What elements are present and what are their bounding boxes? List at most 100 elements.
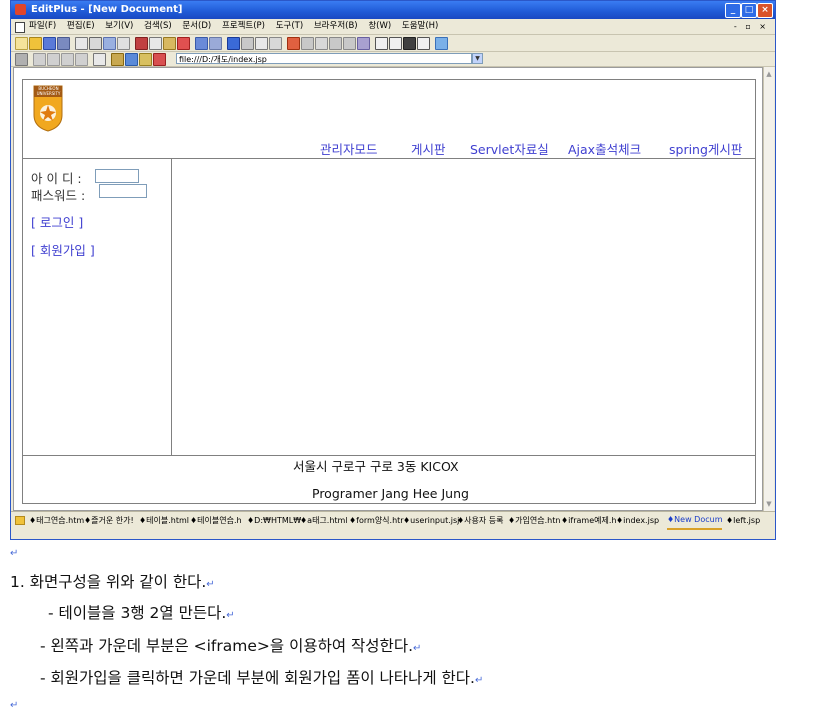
window-title: EditPlus - [New Document]: [31, 4, 183, 15]
cut-icon[interactable]: [135, 37, 148, 50]
print-icon[interactable]: [89, 37, 102, 50]
new-file-icon[interactable]: [15, 37, 28, 50]
undo-icon[interactable]: [195, 37, 208, 50]
join-link[interactable]: [ 회원가입 ]: [31, 240, 95, 259]
editplus-app-icon: [15, 4, 26, 15]
document-tab[interactable]: ♦테이블.html: [139, 512, 189, 530]
nav-spring-board[interactable]: spring게시판: [669, 139, 742, 158]
document-tab[interactable]: ♦a태그.html: [300, 512, 348, 530]
nav-ajax-attendance[interactable]: Ajax출석체크: [568, 139, 641, 158]
home-icon[interactable]: [111, 53, 124, 66]
scroll-up-icon[interactable]: ▲: [764, 69, 774, 79]
maximize-button[interactable]: □: [741, 3, 757, 18]
footer-programmer: Programer Jang Hee Jung: [312, 486, 469, 501]
editplus-window: EditPlus - [New Document] _ □ × 파일(F) 편집…: [10, 0, 776, 540]
font-size-icon[interactable]: [93, 53, 106, 66]
menu-browser[interactable]: 브라우저(B): [314, 21, 358, 31]
clipboard-icon[interactable]: [117, 37, 130, 50]
delete-icon[interactable]: [177, 37, 190, 50]
word-wrap-icon[interactable]: [315, 37, 328, 50]
document-tab-active[interactable]: ♦New Docum: [667, 512, 723, 530]
spell-check-icon[interactable]: [103, 37, 116, 50]
help-icon[interactable]: [435, 37, 448, 50]
menu-view[interactable]: 보기(V): [105, 21, 133, 31]
document-tab[interactable]: ♦가입연습.htn: [508, 512, 560, 530]
menu-file[interactable]: 파일(F): [29, 21, 56, 31]
minimize-button[interactable]: _: [725, 3, 741, 18]
column-divider: [171, 158, 172, 455]
login-link[interactable]: [ 로그인 ]: [31, 212, 83, 231]
browser-view: BUCHEON UNIVERSITY 관리자모드 게시판 Servlet자료실 …: [13, 67, 763, 511]
address-dropdown-button[interactable]: ▼: [472, 53, 483, 64]
split-icon[interactable]: [417, 37, 430, 50]
menu-tools[interactable]: 도구(T): [276, 21, 303, 31]
save-icon[interactable]: [43, 37, 56, 50]
column-icon[interactable]: [301, 37, 314, 50]
back-icon[interactable]: [33, 53, 46, 66]
goto-icon[interactable]: [255, 37, 268, 50]
menu-document[interactable]: 문서(D): [182, 21, 211, 31]
paragraph-mark: ↵: [10, 548, 19, 559]
menu-help[interactable]: 도움말(H): [402, 21, 438, 31]
password-label: 패스워드 :: [31, 188, 86, 203]
layout-table: BUCHEON UNIVERSITY 관리자모드 게시판 Servlet자료실 …: [22, 79, 756, 504]
browser-toolbar: file:///D:/개도/index.jsp ▼: [11, 52, 775, 67]
forward-icon[interactable]: [47, 53, 60, 66]
menu-window[interactable]: 창(W): [368, 21, 391, 31]
replace-icon[interactable]: [241, 37, 254, 50]
print-preview-icon[interactable]: [75, 37, 88, 50]
view-source-icon[interactable]: [153, 53, 166, 66]
find-in-files-icon[interactable]: [269, 37, 282, 50]
pen-icon[interactable]: [15, 53, 28, 66]
document-tab[interactable]: ♦D:₩HTML₩: [247, 512, 301, 530]
document-tab[interactable]: ♦iframe예제.h: [561, 512, 616, 530]
paste-icon[interactable]: [163, 37, 176, 50]
document-tab[interactable]: ♦즐거운 한가!: [84, 512, 134, 530]
address-input[interactable]: file:///D:/개도/index.jsp: [176, 53, 472, 64]
menu-project[interactable]: 프로젝트(P): [222, 21, 265, 31]
tile-icon[interactable]: [403, 37, 416, 50]
save-all-icon[interactable]: [57, 37, 70, 50]
vertical-scrollbar[interactable]: ▲ ▼: [763, 67, 774, 511]
menu-edit[interactable]: 편집(E): [67, 21, 95, 31]
instruction-line-4: - 회원가입을 클릭하면 가운데 부분에 회원가입 폼이 나타나게 한다.↵: [40, 669, 484, 687]
open-folder-icon[interactable]: [29, 37, 42, 50]
title-bar: EditPlus - [New Document] _ □ ×: [11, 1, 775, 19]
document-icon: [15, 22, 25, 33]
document-tab[interactable]: ♦userinput.jsj: [403, 512, 459, 530]
redo-icon[interactable]: [209, 37, 222, 50]
window-layout-icon[interactable]: [375, 37, 388, 50]
document-tab-bar: ♦태그연습.htm ♦즐거운 한가! ♦테이블.html ♦테이블연습.h ♦D…: [11, 511, 775, 530]
copy-icon[interactable]: [149, 37, 162, 50]
stop-icon[interactable]: [61, 53, 74, 66]
menu-bar: 파일(F) 편집(E) 보기(V) 검색(S) 문서(D) 프로젝트(P) 도구…: [11, 19, 775, 35]
favorites-icon[interactable]: [139, 53, 152, 66]
instruction-line-1: 1. 화면구성을 위와 같이 한다.↵: [10, 573, 215, 591]
nav-servlet-archive[interactable]: Servlet자료실: [470, 139, 549, 158]
indent-icon[interactable]: [329, 37, 342, 50]
folder-icon[interactable]: [15, 516, 25, 525]
browser-search-icon[interactable]: [125, 53, 138, 66]
nav-admin-mode[interactable]: 관리자모드: [320, 139, 378, 158]
id-input[interactable]: [95, 169, 139, 183]
line-number-icon[interactable]: [343, 37, 356, 50]
scroll-down-icon[interactable]: ▼: [764, 499, 774, 509]
document-tab[interactable]: ♦index.jsp: [616, 512, 659, 530]
document-tab[interactable]: ♦left.jsp: [726, 512, 760, 530]
font-icon[interactable]: [287, 37, 300, 50]
ruler-icon[interactable]: [357, 37, 370, 50]
document-tab[interactable]: ♦form양식.htr: [349, 512, 404, 530]
find-icon[interactable]: [227, 37, 240, 50]
main-toolbar: [11, 35, 775, 52]
document-tab[interactable]: ♦사용자 등록: [457, 512, 504, 530]
nav-board[interactable]: 게시판: [411, 139, 446, 158]
close-button[interactable]: ×: [757, 3, 773, 18]
document-tab[interactable]: ♦태그연습.htm: [29, 512, 84, 530]
menu-search[interactable]: 검색(S): [144, 21, 172, 31]
document-tab[interactable]: ♦테이블연습.h: [190, 512, 242, 530]
refresh-icon[interactable]: [75, 53, 88, 66]
password-input[interactable]: [99, 184, 147, 198]
cascade-icon[interactable]: [389, 37, 402, 50]
footer-address: 서울시 구로구 구로 3동 KICOX: [293, 459, 459, 474]
mdi-controls[interactable]: - ▫ ×: [734, 19, 769, 34]
